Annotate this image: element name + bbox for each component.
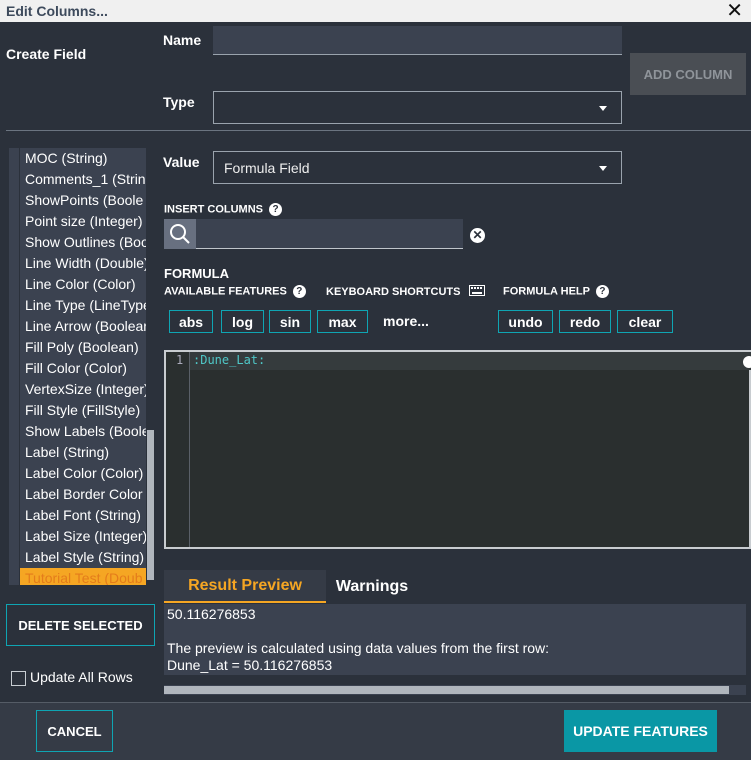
more-functions-link[interactable]: more... — [383, 313, 429, 329]
value-dropdown[interactable]: Formula Field — [213, 151, 622, 184]
function-sin-button[interactable]: sin — [269, 310, 311, 333]
columns-list[interactable]: MOC (String) Comments_1 (Strin ShowPoints … — [9, 148, 155, 585]
list-item[interactable]: Line Arrow (Boolear — [25, 316, 148, 337]
insert-columns-text: INSERT COLUMNS — [164, 203, 263, 216]
list-item[interactable]: Fill Style (FillStyle) — [25, 400, 140, 421]
section-divider — [6, 130, 751, 131]
list-item[interactable]: Line Type (LineType — [25, 295, 151, 316]
clear-search-icon[interactable]: ✕ — [470, 228, 485, 243]
list-item[interactable]: Tutorial Test (Doub — [20, 568, 146, 585]
formula-editor[interactable]: 1 :Dune_Lat: — [164, 350, 751, 549]
list-item[interactable]: Comments_1 (Strin — [25, 169, 146, 190]
dialog-footer: CANCEL UPDATE FEATURES — [0, 702, 751, 760]
list-divider — [19, 148, 20, 585]
title-bar: Edit Columns... ✕ — [0, 0, 751, 22]
chevron-down-icon — [599, 165, 607, 171]
available-features-text: AVAILABLE FEATURES — [164, 285, 287, 298]
preview-result: 50.116276853 — [167, 606, 256, 622]
close-icon[interactable]: ✕ — [726, 0, 743, 22]
preview-scrollbar-thumb[interactable] — [164, 686, 729, 694]
name-input[interactable] — [213, 26, 622, 55]
list-item[interactable]: Line Width (Double) — [25, 253, 149, 274]
list-item[interactable]: Show Labels (Boole — [25, 421, 150, 442]
list-item[interactable]: Show Outlines (Boo — [25, 232, 149, 253]
list-item[interactable]: Fill Poly (Boolean) — [25, 337, 139, 358]
function-log-button[interactable]: log — [221, 310, 264, 333]
result-preview-panel: 50.116276853 The preview is calculated u… — [164, 604, 746, 675]
search-icon[interactable] — [164, 219, 196, 249]
editor-resize-handle[interactable] — [743, 356, 751, 368]
insert-columns-search[interactable] — [164, 219, 463, 249]
list-item[interactable]: Fill Color (Color) — [25, 358, 127, 379]
window-title: Edit Columns... — [6, 3, 108, 19]
line-number: 1 — [176, 353, 184, 367]
insert-columns-label: INSERT COLUMNS? — [164, 203, 282, 216]
value-dropdown-selected: Formula Field — [224, 159, 310, 176]
update-all-rows-checkbox[interactable] — [11, 671, 26, 686]
keyboard-shortcuts-label[interactable]: KEYBOARD SHORTCUTS — [326, 285, 485, 299]
available-features-label: AVAILABLE FEATURES? — [164, 285, 306, 298]
redo-button[interactable]: redo — [559, 310, 611, 333]
help-icon[interactable]: ? — [292, 285, 306, 298]
list-item[interactable]: Label Font (String) — [25, 505, 141, 526]
dialog-body: Create Field Name Type ADD COLUMN MOC (S… — [0, 22, 751, 760]
chevron-down-icon — [599, 105, 607, 111]
type-dropdown[interactable] — [213, 91, 622, 124]
type-label: Type — [163, 94, 195, 110]
name-label: Name — [163, 32, 202, 48]
list-item[interactable]: Label (String) — [25, 442, 109, 463]
keyboard-icon[interactable] — [468, 285, 485, 299]
delete-selected-button[interactable]: DELETE SELECTED — [6, 604, 155, 646]
keyboard-shortcuts-text: KEYBOARD SHORTCUTS — [326, 285, 461, 298]
list-scrollbar-thumb[interactable] — [147, 430, 154, 580]
help-icon[interactable]: ? — [269, 203, 282, 216]
formula-help-text: FORMULA HELP — [503, 285, 590, 298]
list-item[interactable]: Label Border Color — [25, 484, 143, 505]
tab-result-preview[interactable]: Result Preview — [164, 570, 326, 603]
help-icon[interactable]: ? — [595, 285, 609, 298]
undo-button[interactable]: undo — [498, 310, 553, 333]
clear-button[interactable]: clear — [617, 310, 673, 333]
value-label: Value — [163, 154, 200, 170]
list-item[interactable]: Point size (Integer) — [25, 211, 143, 232]
list-item[interactable]: VertexSize (Integer) — [25, 379, 149, 400]
formula-heading: FORMULA — [164, 266, 229, 281]
formula-help-label: FORMULA HELP? — [503, 285, 609, 298]
list-scrollbar[interactable] — [146, 148, 155, 585]
list-item[interactable]: Label Size (Integer) — [25, 526, 147, 547]
create-field-heading: Create Field — [6, 46, 87, 62]
update-features-button[interactable]: UPDATE FEATURES — [564, 710, 717, 752]
preview-detail: Dune_Lat = 50.116276853 — [167, 657, 333, 673]
list-item[interactable]: ShowPoints (Boole — [25, 190, 143, 211]
active-line-highlight — [190, 352, 751, 370]
function-max-button[interactable]: max — [317, 310, 368, 333]
list-item[interactable]: Line Color (Color) — [25, 274, 135, 295]
list-item[interactable]: Label Color (Color) — [25, 463, 143, 484]
update-all-rows-label: Update All Rows — [30, 669, 133, 685]
editor-gutter — [166, 352, 190, 547]
cancel-button[interactable]: CANCEL — [36, 710, 113, 752]
preview-scrollbar[interactable] — [164, 685, 746, 695]
tab-warnings[interactable]: Warnings — [326, 570, 418, 603]
preview-note: The preview is calculated using data val… — [167, 640, 550, 656]
function-abs-button[interactable]: abs — [169, 310, 213, 333]
list-item[interactable]: MOC (String) — [25, 148, 107, 169]
formula-code[interactable]: :Dune_Lat: — [193, 353, 265, 367]
add-column-button[interactable]: ADD COLUMN — [630, 53, 746, 95]
list-item[interactable]: Label Style (String) — [25, 547, 144, 568]
